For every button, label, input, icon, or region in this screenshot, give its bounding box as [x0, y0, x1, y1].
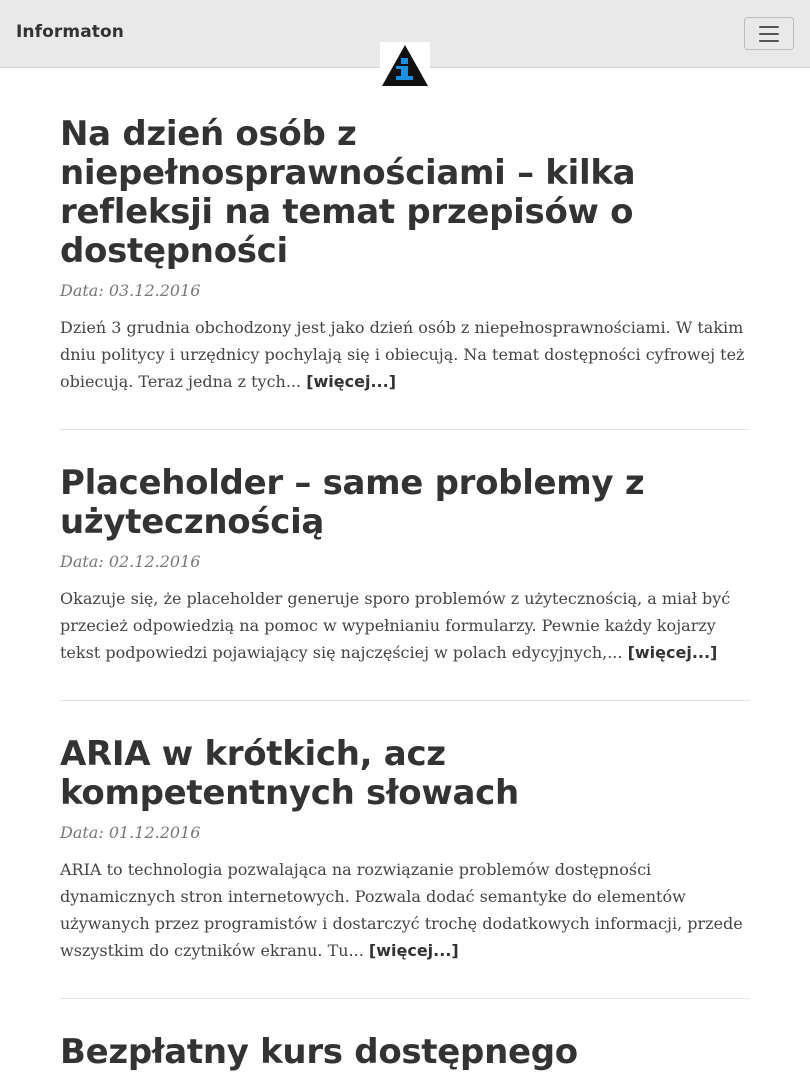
post-list: Na dzień osób z niepełnosprawnościami – … — [60, 68, 750, 1072]
post-title[interactable]: Placeholder – same problemy z użytecznoś… — [60, 464, 750, 542]
post-date: Data: 03.12.2016 — [60, 281, 201, 300]
post-item: ARIA w krótkich, acz kompetentnych słowa… — [60, 701, 750, 999]
menu-toggle-button[interactable] — [744, 17, 794, 50]
post-excerpt-text: Dzień 3 grudnia obchodzony jest jako dzi… — [60, 318, 745, 391]
post-excerpt: ARIA to technologia pozwalająca na rozwi… — [60, 856, 750, 964]
post-title[interactable]: Bezpłatny kurs dostępnego — [60, 1033, 750, 1072]
hamburger-menu-icon — [759, 25, 779, 28]
post-date: Data: 02.12.2016 — [60, 552, 201, 571]
post-item: Na dzień osób z niepełnosprawnościami – … — [60, 68, 750, 430]
read-more-link[interactable]: [więcej...] — [306, 372, 396, 391]
hamburger-menu-icon-bar — [759, 39, 779, 42]
hamburger-menu-icon-bar — [759, 32, 779, 35]
read-more-link[interactable]: [więcej...] — [628, 643, 718, 662]
post-excerpt: Dzień 3 grudnia obchodzony jest jako dzi… — [60, 314, 750, 395]
post-date: Data: 01.12.2016 — [60, 823, 201, 842]
post-item: Bezpłatny kurs dostępnego — [60, 999, 750, 1072]
post-title[interactable]: ARIA w krótkich, acz kompetentnych słowa… — [60, 735, 750, 813]
read-more-link[interactable]: [więcej...] — [369, 941, 459, 960]
post-item: Placeholder – same problemy z użytecznoś… — [60, 430, 750, 701]
post-excerpt: Okazuje się, że placeholder generuje spo… — [60, 585, 750, 666]
post-title[interactable]: Na dzień osób z niepełnosprawnościami – … — [60, 115, 750, 271]
brand-link[interactable]: Informaton — [16, 22, 124, 42]
